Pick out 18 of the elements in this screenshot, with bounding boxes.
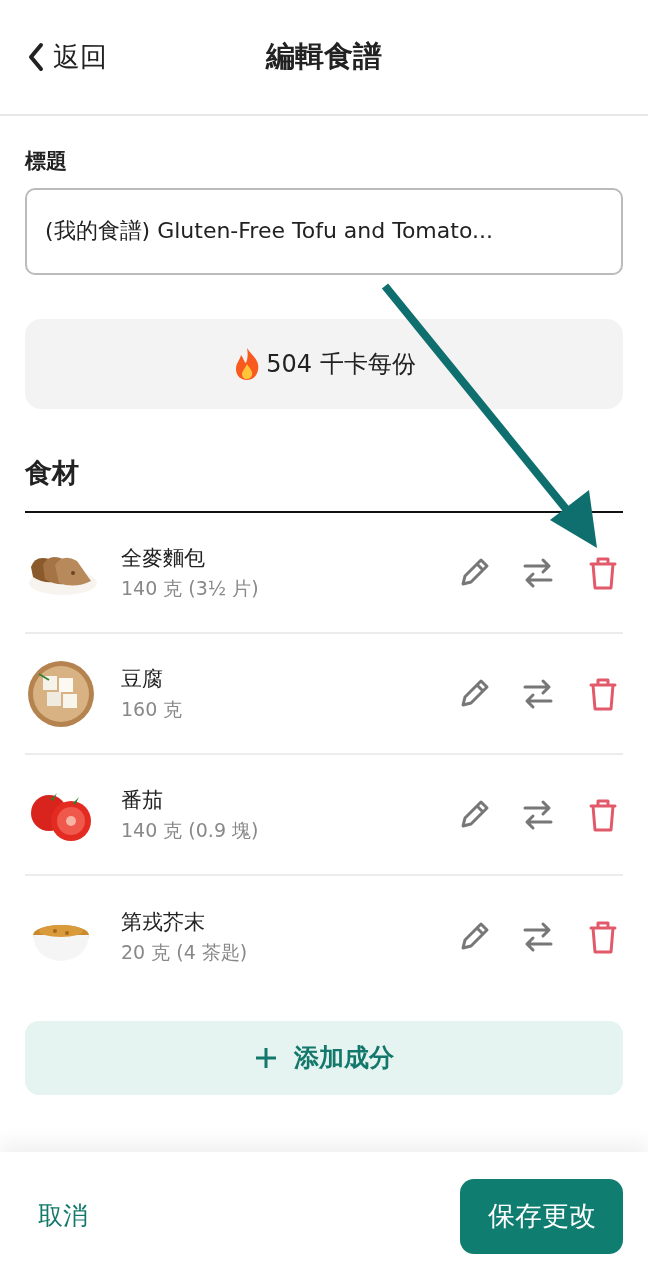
back-button[interactable]: 返回 <box>25 36 107 78</box>
cancel-button[interactable]: 取消 <box>38 1197 88 1235</box>
field-label: 標題 <box>25 148 67 175</box>
ingredient-amount: 20 克 (4 茶匙) <box>121 940 249 965</box>
add-ingredient-button[interactable]: 添加成分 <box>25 1021 623 1095</box>
plus-icon <box>254 1046 278 1070</box>
ingredient-amount: 160 克 <box>121 697 184 722</box>
ingredient-amount: 140 克 (3½ 片) <box>121 576 260 601</box>
page-title: 編輯食譜 <box>266 39 382 74</box>
ingredient-amount: 140 克 (0.9 塊) <box>121 818 260 843</box>
title-field[interactable]: (我的食譜) Gluten-Free Tofu and Tomato... <box>25 187 623 275</box>
ingredient-name: 番茄 <box>121 786 164 814</box>
ingredient-name: 全麥麵包 <box>121 544 206 572</box>
section-heading: 食材 <box>25 455 79 490</box>
calorie-text: 504 千卡每份 <box>266 348 416 380</box>
ingredient-name: 第戎芥末 <box>121 908 206 936</box>
ingredient-name: 豆腐 <box>121 665 164 693</box>
save-button[interactable]: 保存更改 <box>460 1178 623 1254</box>
